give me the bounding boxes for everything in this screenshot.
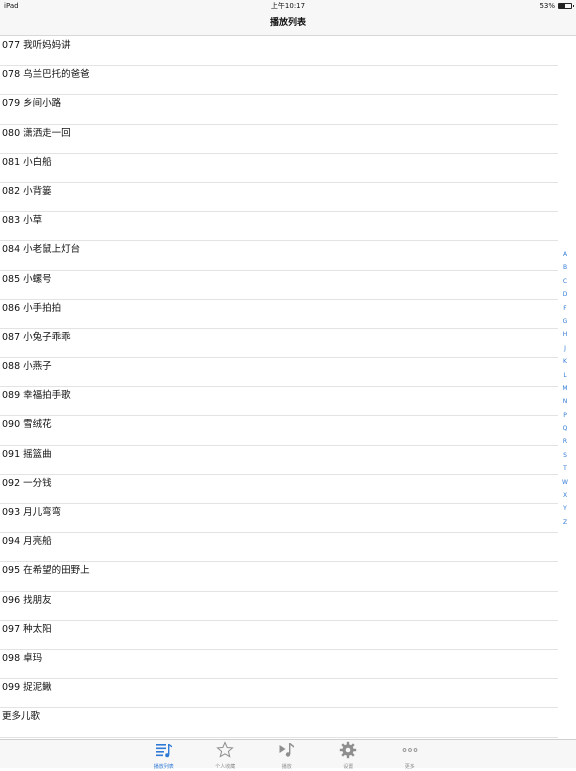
tab-playlist[interactable]: 播放列表	[133, 740, 195, 770]
tab-play-music[interactable]: 播放	[256, 740, 318, 770]
list-item[interactable]: 085 小螺号	[0, 271, 576, 300]
list-item[interactable]: 081 小白船	[0, 154, 576, 183]
song-title: 097 种太阳	[2, 623, 52, 635]
list-item[interactable]: 087 小兔子乖乖	[0, 329, 576, 359]
list-item[interactable]: 092 一分钱	[0, 475, 576, 504]
list-item[interactable]: 083 小草	[0, 212, 576, 242]
song-title: 082 小背篓	[2, 185, 52, 197]
tab-label: 设置	[343, 764, 354, 770]
song-title: 093 月儿弯弯	[2, 507, 62, 518]
song-title: 095 在希望的田野上	[2, 565, 90, 577]
song-title: 079 乡间小路	[2, 98, 62, 110]
row-divider	[0, 736, 558, 738]
list-item[interactable]: 098 卓玛	[0, 650, 576, 680]
index-letter[interactable]: A	[563, 248, 567, 261]
list-item[interactable]: 080 潇洒走一回	[0, 125, 576, 154]
tab-gear[interactable]: 设置	[318, 740, 380, 770]
list-item[interactable]: 086 小手拍拍	[0, 300, 576, 329]
index-letter[interactable]: X	[563, 489, 567, 502]
song-title: 078 乌兰巴托的爸爸	[2, 69, 90, 81]
song-title: 088 小燕子	[2, 361, 52, 373]
index-letter[interactable]: K	[563, 355, 567, 368]
index-letter[interactable]: D	[563, 288, 568, 301]
index-letter[interactable]: G	[563, 315, 568, 328]
index-letter[interactable]: H	[563, 328, 568, 341]
song-title: 090 雪绒花	[2, 419, 52, 431]
song-title: 080 潇洒走一回	[2, 127, 71, 139]
index-letter[interactable]: T	[563, 462, 567, 475]
song-title: 086 小手拍拍	[2, 302, 62, 314]
tab-label: 个人收藏	[215, 764, 236, 770]
tab-label: 更多	[404, 764, 415, 770]
tab-star[interactable]: 个人收藏	[195, 740, 257, 770]
tab-label: 播放	[281, 764, 292, 770]
index-letter[interactable]: Q	[563, 422, 568, 435]
tab-more[interactable]: 更多	[379, 740, 441, 770]
more-icon	[401, 741, 419, 763]
battery-icon	[558, 3, 574, 9]
status-bar: iPad 上午10:17 53%	[0, 0, 576, 12]
list-item[interactable]: 082 小背篓	[0, 183, 576, 213]
page-title: 播放列表	[269, 18, 306, 28]
section-index[interactable]: ABCDFGHJKLMNPQRSTWXYZ	[558, 248, 572, 529]
list-item[interactable]: 084 小老鼠上灯台	[0, 241, 576, 271]
index-letter[interactable]: Z	[563, 516, 567, 529]
index-letter[interactable]: J	[564, 342, 566, 355]
song-title: 096 找朋友	[2, 594, 52, 606]
play-music-icon	[278, 741, 296, 763]
list-item[interactable]: 094 月亮船	[0, 533, 576, 563]
list-item[interactable]: 095 在希望的田野上	[0, 562, 576, 592]
list-item[interactable]: 097 种太阳	[0, 621, 576, 650]
battery-indicator: 53%	[539, 0, 574, 12]
list-item[interactable]: 089 幸福拍手歌	[0, 387, 576, 417]
list-item[interactable]: 088 小燕子	[0, 358, 576, 388]
song-title: 091 摇篮曲	[2, 448, 52, 460]
playlist-icon	[155, 741, 173, 763]
list-item[interactable]: 091 摇篮曲	[0, 446, 576, 475]
song-title: 094 月亮船	[2, 536, 52, 548]
song-title: 085 小螺号	[2, 273, 52, 285]
index-letter[interactable]: R	[563, 435, 567, 448]
song-title: 098 卓玛	[2, 652, 43, 664]
list-item[interactable]: 099 捉泥鳅	[0, 679, 576, 709]
song-title: 077 我听妈妈讲	[2, 40, 71, 51]
song-title: 087 小兔子乖乖	[2, 331, 71, 343]
clock-label: 上午10:17	[270, 2, 306, 10]
song-title: 081 小白船	[2, 156, 52, 168]
list-item[interactable]: 更多儿歌	[0, 708, 576, 738]
gear-icon	[339, 741, 357, 763]
list-item[interactable]: 096 找朋友	[0, 592, 576, 621]
navigation-bar: 播放列表	[0, 12, 576, 36]
index-letter[interactable]: S	[563, 449, 567, 462]
index-letter[interactable]: F	[563, 302, 566, 315]
index-letter[interactable]: Y	[563, 502, 567, 515]
index-letter[interactable]: C	[563, 275, 567, 288]
battery-percent: 53%	[539, 2, 555, 10]
song-title: 084 小老鼠上灯台	[2, 244, 81, 256]
list-item[interactable]: 090 雪绒花	[0, 416, 576, 446]
list-item[interactable]: 077 我听妈妈讲	[0, 37, 576, 67]
star-icon	[216, 741, 234, 763]
playlist-list[interactable]: 077 我听妈妈讲 078 乌兰巴托的爸爸 079 乡间小路 080 潇洒走一回 081…	[0, 37, 576, 740]
song-title: 099 捉泥鳅	[2, 682, 52, 694]
list-item[interactable]: 079 乡间小路	[0, 95, 576, 125]
song-title: 089 幸福拍手歌	[2, 390, 71, 402]
song-title: 更多儿歌	[2, 711, 41, 723]
tab-label: 播放列表	[153, 764, 174, 770]
song-title: 092 一分钱	[2, 477, 52, 489]
song-title: 083 小草	[2, 215, 43, 227]
index-letter[interactable]: L	[563, 369, 566, 382]
index-letter[interactable]: W	[562, 476, 568, 489]
index-letter[interactable]: N	[563, 395, 568, 408]
list-item[interactable]: 093 月儿弯弯	[0, 504, 576, 534]
tab-bar: 播放列表 个人收藏 播放 设置 更多	[0, 739, 576, 770]
index-letter[interactable]: P	[563, 409, 567, 422]
list-item[interactable]: 078 乌兰巴托的爸爸	[0, 66, 576, 96]
index-letter[interactable]: B	[563, 261, 567, 274]
index-letter[interactable]: M	[562, 382, 567, 395]
